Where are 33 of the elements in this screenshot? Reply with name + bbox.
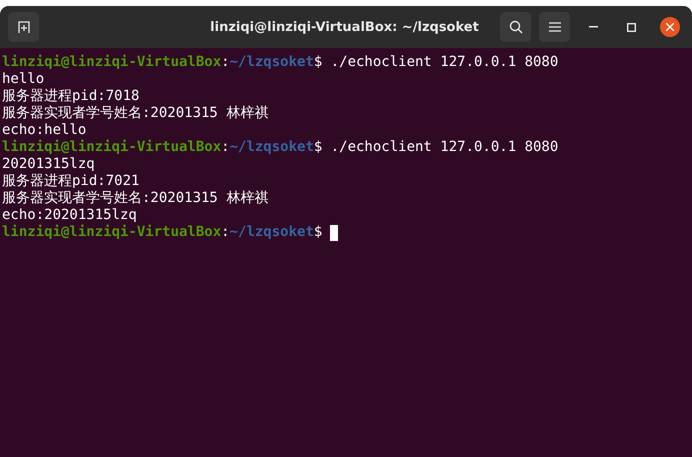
new-tab-button[interactable] — [8, 12, 39, 42]
prompt-symbol: $ — [314, 139, 322, 156]
output-text: hello — [2, 71, 44, 88]
prompt-separator: : — [221, 54, 230, 71]
output-text: 20201315lzq — [2, 156, 95, 173]
prompt-path: ~/lzqsoket — [230, 139, 314, 156]
maximize-icon — [626, 22, 636, 32]
close-icon — [666, 23, 674, 31]
output-text: echo:hello — [2, 122, 86, 139]
close-button[interactable] — [660, 17, 680, 37]
prompt-separator: : — [221, 224, 230, 241]
output-text: 服务器进程pid:7021 — [2, 173, 140, 190]
minimize-icon — [588, 26, 598, 28]
command-text: ./echoclient 127.0.0.1 8080 — [330, 139, 558, 156]
prompt-user: linziqi@linziqi-VirtualBox — [2, 139, 222, 156]
output-text: 服务器实现者学号姓名:20201315 林梓祺 — [2, 105, 268, 122]
prompt-symbol: $ — [314, 224, 322, 241]
prompt-path: ~/lzqsoket — [230, 54, 314, 71]
new-tab-icon — [16, 20, 30, 34]
output-text: 服务器实现者学号姓名:20201315 林梓祺 — [2, 190, 268, 207]
output-text: echo:20201315lzq — [2, 207, 137, 224]
prompt-user: linziqi@linziqi-VirtualBox — [2, 224, 222, 241]
prompt-symbol: $ — [314, 54, 322, 71]
window-title: linziqi@linziqi-VirtualBox: ~/lzqsoket — [209, 20, 480, 34]
search-icon — [508, 20, 522, 34]
output-text: 服务器进程pid:7018 — [2, 88, 140, 105]
menu-button[interactable] — [539, 12, 570, 42]
prompt-separator: : — [221, 139, 230, 156]
menu-icon — [548, 22, 560, 32]
search-button[interactable] — [500, 12, 531, 42]
command-text: ./echoclient 127.0.0.1 8080 — [330, 54, 558, 71]
prompt-path: ~/lzqsoket — [230, 224, 314, 241]
prompt-user: linziqi@linziqi-VirtualBox — [2, 54, 222, 71]
